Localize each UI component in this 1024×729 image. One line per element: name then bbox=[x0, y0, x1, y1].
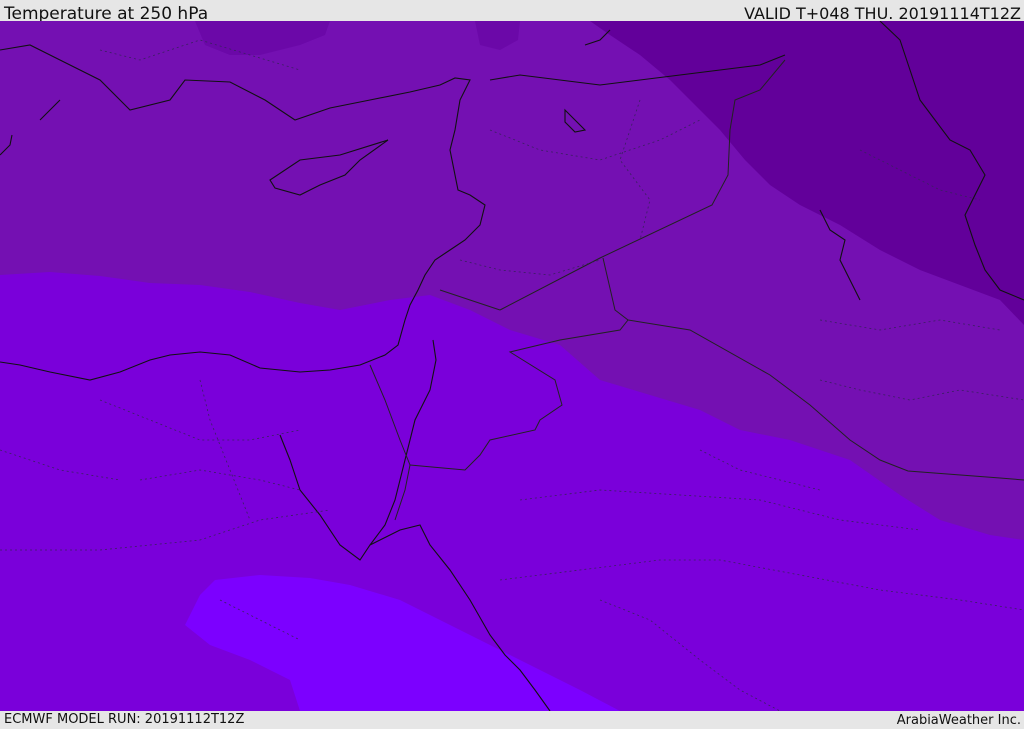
header-bar: Temperature at 250 hPa VALID T+048 THU. … bbox=[0, 0, 1024, 24]
temperature-map bbox=[0, 21, 1024, 711]
credit-label: ArabiaWeather Inc. bbox=[896, 713, 1021, 728]
model-run-label: ECMWF MODEL RUN: 20191112T12Z bbox=[4, 712, 245, 727]
footer-bar: ECMWF MODEL RUN: 20191112T12Z ArabiaWeat… bbox=[0, 711, 1024, 729]
map-panel[interactable] bbox=[0, 21, 1024, 711]
